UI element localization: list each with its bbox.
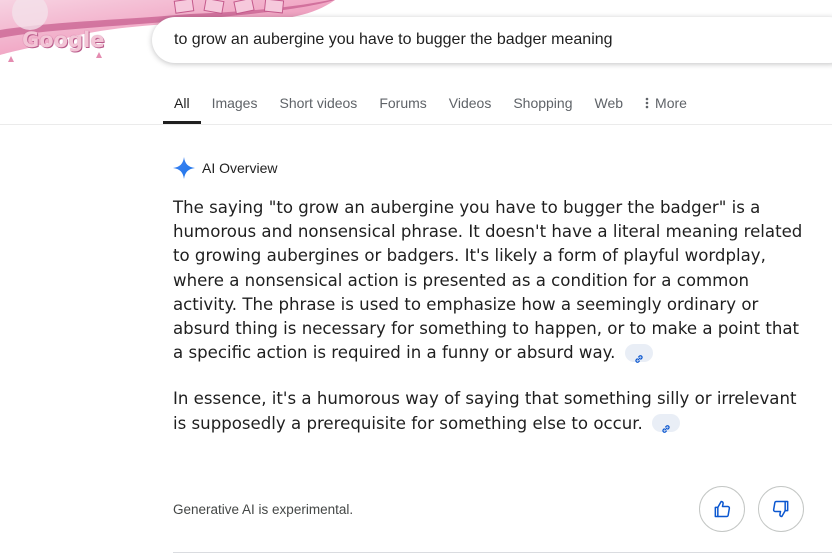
thumbs-up-button[interactable] xyxy=(699,486,745,532)
thumbs-down-button[interactable] xyxy=(758,486,804,532)
ai-overview-body: The saying "to grow an aubergine you hav… xyxy=(173,196,803,458)
tab-label: Web xyxy=(594,95,624,111)
tab-all[interactable]: All xyxy=(163,82,201,124)
sparkle-icon xyxy=(173,157,195,179)
ai-overview-title: AI Overview xyxy=(202,160,278,176)
thumbs-down-icon xyxy=(772,500,789,518)
source-link-chip[interactable] xyxy=(624,343,653,363)
tab-label: Shopping xyxy=(513,95,573,111)
tab-label: Forums xyxy=(379,95,427,111)
search-input[interactable]: to grow an aubergine you have to bugger … xyxy=(174,31,613,49)
ai-paragraph: The saying "to grow an aubergine you hav… xyxy=(173,196,803,365)
thumbs-up-icon xyxy=(714,500,731,518)
tabs-divider xyxy=(0,124,832,125)
section-divider xyxy=(173,552,832,553)
tab-more[interactable]: More xyxy=(634,82,698,124)
tab-label: More xyxy=(655,95,687,111)
tab-label: Videos xyxy=(448,95,492,111)
tab-videos[interactable]: Videos xyxy=(438,82,503,124)
tab-label: All xyxy=(174,95,190,111)
google-logo: Google xyxy=(22,28,105,52)
ai-overview-header: AI Overview xyxy=(172,156,277,180)
link-icon xyxy=(635,354,643,363)
search-bar[interactable]: to grow an aubergine you have to bugger … xyxy=(152,17,832,63)
search-tabs: All Images Short videos Forums Videos Sh… xyxy=(163,82,698,124)
tab-forums[interactable]: Forums xyxy=(368,82,437,124)
source-link-chip[interactable] xyxy=(652,414,681,433)
tab-shopping[interactable]: Shopping xyxy=(502,82,583,124)
tab-label: Short videos xyxy=(279,95,358,111)
ai-paragraph: In essence, it's a humorous way of sayin… xyxy=(173,387,803,435)
ai-paragraph-text: The saying "to grow an aubergine you hav… xyxy=(173,198,803,363)
more-vert-icon xyxy=(645,97,649,109)
tab-web[interactable]: Web xyxy=(584,82,635,124)
tab-label: Images xyxy=(211,95,258,111)
ai-paragraph-text: In essence, it's a humorous way of sayin… xyxy=(173,389,797,433)
tab-images[interactable]: Images xyxy=(201,82,269,124)
link-icon xyxy=(662,425,670,433)
tab-short-videos[interactable]: Short videos xyxy=(268,82,368,124)
ai-disclaimer: Generative AI is experimental. xyxy=(173,502,354,517)
